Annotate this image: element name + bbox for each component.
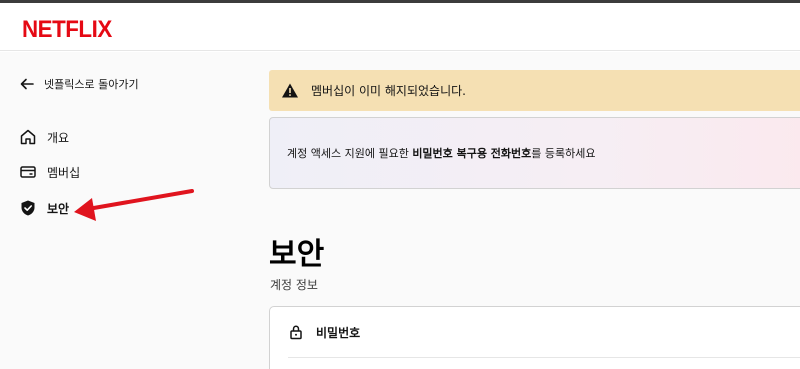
header: NETFLIX <box>0 3 800 51</box>
page-title: 보안 <box>269 237 325 272</box>
back-link-label: 넷플릭스로 돌아가기 <box>44 78 139 91</box>
membership-cancelled-banner: 멤버십이 이미 해지되었습니다. <box>269 70 800 111</box>
warning-icon <box>282 83 298 97</box>
account-info-card: 비밀번호 <box>269 306 800 369</box>
info-banner-text: 계정 액세스 지원에 필요한 비밀번호 복구용 전화번호를 등록하세요 <box>287 147 596 160</box>
shield-check-icon <box>21 200 35 216</box>
home-icon <box>20 129 36 145</box>
sidebar-item-label: 멤버십 <box>47 165 81 180</box>
account-info-label: 계정 정보 <box>270 278 318 292</box>
card-icon <box>20 166 36 178</box>
sidebar-item-membership[interactable]: 멤버십 <box>19 163 80 181</box>
lock-icon <box>290 325 302 340</box>
recovery-phone-banner[interactable]: 계정 액세스 지원에 필요한 비밀번호 복구용 전화번호를 등록하세요 <box>269 117 800 189</box>
red-arrow-annotation <box>74 189 194 221</box>
card-divider <box>288 357 800 358</box>
netflix-logo[interactable]: NETFLIX <box>22 16 112 44</box>
arrow-left-icon <box>20 78 34 90</box>
password-row-label: 비밀번호 <box>316 325 361 340</box>
back-to-netflix-link[interactable]: 넷플릭스로 돌아가기 <box>20 76 139 92</box>
sidebar-item-overview[interactable]: 개요 <box>19 128 69 146</box>
password-row[interactable]: 비밀번호 <box>270 307 800 357</box>
warning-banner-text: 멤버십이 이미 해지되었습니다. <box>311 84 466 98</box>
info-banner-bold: 비밀번호 복구용 전화번호 <box>412 147 532 160</box>
sidebar-item-label: 개요 <box>47 130 70 145</box>
